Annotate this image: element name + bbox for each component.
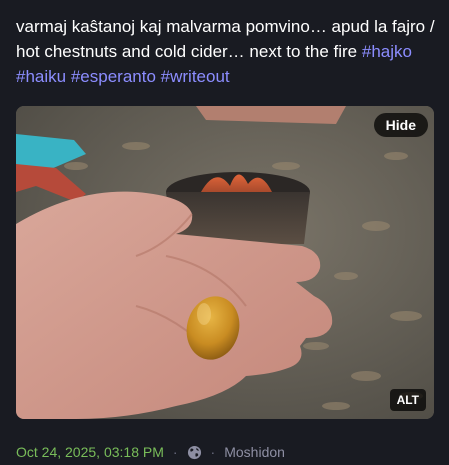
status-content: varmaj kaŝtanoj kaj malvarma pomvino… ap… [16, 14, 436, 89]
status-post: varmaj kaŝtanoj kaj malvarma pomvino… ap… [0, 0, 449, 465]
hashtag-writeout[interactable]: #writeout [161, 67, 230, 86]
hashtag-haiku[interactable]: #haiku [16, 67, 66, 86]
status-timestamp[interactable]: Oct 24, 2025, 03:18 PM [16, 444, 164, 460]
chestnut-highlight [197, 303, 211, 325]
status-meta: Oct 24, 2025, 03:18 PM · · Moshidon [16, 442, 285, 462]
chestnut-photo [16, 106, 434, 419]
hide-media-button[interactable]: Hide [373, 113, 428, 137]
media-attachment[interactable]: Hide ALT [16, 106, 434, 419]
meta-separator: · [172, 444, 178, 460]
globe-icon [187, 445, 202, 460]
meta-separator: · [210, 444, 216, 460]
alt-text-badge[interactable]: ALT [389, 389, 426, 411]
hashtag-hajko[interactable]: #hajko [362, 42, 412, 61]
client-app-name[interactable]: Moshidon [224, 444, 285, 460]
hashtag-esperanto[interactable]: #esperanto [71, 67, 156, 86]
